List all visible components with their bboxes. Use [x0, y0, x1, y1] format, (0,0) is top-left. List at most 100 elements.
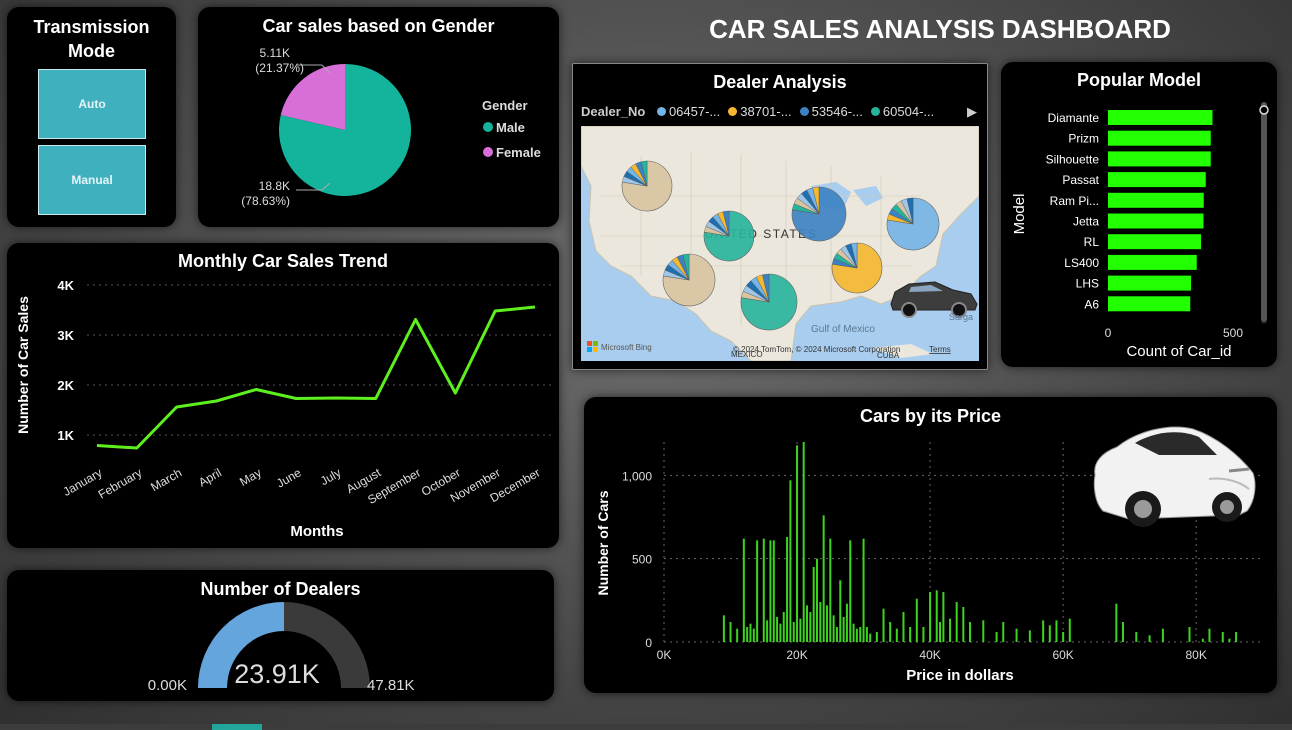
price-bar[interactable] [1115, 603, 1118, 642]
price-bar[interactable] [806, 605, 809, 642]
price-bar[interactable] [792, 622, 795, 642]
dealer-legend-item[interactable]: 06457-... [656, 104, 720, 119]
price-bar[interactable] [1135, 632, 1138, 642]
price-bar[interactable] [1148, 635, 1151, 642]
price-bar[interactable] [802, 442, 805, 642]
dealer-pie-marker[interactable] [662, 253, 716, 307]
price-bar[interactable] [809, 612, 812, 642]
model-bar[interactable] [1108, 275, 1191, 291]
price-bar[interactable] [819, 602, 822, 642]
dealer-pie-marker[interactable] [791, 186, 847, 242]
price-bar[interactable] [909, 627, 912, 642]
model-bar[interactable] [1108, 151, 1211, 167]
price-bar[interactable] [902, 612, 905, 642]
price-bar[interactable] [742, 538, 745, 642]
price-bar[interactable] [722, 615, 725, 642]
price-bar[interactable] [1201, 638, 1204, 642]
price-bar[interactable] [955, 602, 958, 642]
price-bar[interactable] [796, 445, 799, 642]
dealer-pie-marker[interactable] [703, 210, 755, 262]
price-bar[interactable] [852, 623, 855, 642]
model-bar[interactable] [1108, 172, 1206, 188]
price-bar[interactable] [935, 590, 938, 642]
price-bar[interactable] [1048, 625, 1051, 642]
price-bar[interactable] [939, 622, 942, 642]
map-area[interactable]: UNITED STATES Gulf of Mexico MEXICO CUBA… [581, 126, 979, 361]
price-bar[interactable] [862, 538, 865, 642]
legend-female-label[interactable]: Female [496, 145, 541, 160]
price-bar[interactable] [756, 540, 759, 642]
price-bar[interactable] [762, 538, 765, 642]
price-bar[interactable] [929, 592, 932, 642]
transmission-auto-button[interactable]: Auto [38, 69, 146, 139]
price-bar[interactable] [1042, 620, 1045, 642]
price-bar[interactable] [799, 618, 802, 642]
price-bar[interactable] [1188, 627, 1191, 642]
price-bar[interactable] [822, 515, 825, 642]
price-bar[interactable] [1015, 628, 1018, 642]
price-bar[interactable] [949, 618, 952, 642]
price-bar[interactable] [769, 540, 772, 642]
price-bar[interactable] [1228, 638, 1231, 642]
dealer-pie-marker[interactable] [740, 273, 798, 331]
price-bar[interactable] [889, 622, 892, 642]
price-bar[interactable] [865, 627, 868, 642]
price-bar[interactable] [968, 622, 971, 642]
price-bar[interactable] [839, 580, 842, 642]
price-bar[interactable] [752, 628, 755, 642]
legend-male-label[interactable]: Male [496, 120, 525, 135]
page-scrollbar[interactable] [1280, 8, 1288, 38]
price-bar[interactable] [779, 623, 782, 642]
price-bar[interactable] [845, 603, 848, 642]
model-bar[interactable] [1108, 254, 1197, 270]
price-bar[interactable] [869, 633, 872, 642]
monthly-sales-line[interactable] [96, 305, 536, 450]
price-bar[interactable] [995, 632, 998, 642]
active-page-tab[interactable] [212, 724, 262, 730]
price-bar[interactable] [1235, 632, 1238, 642]
price-bar[interactable] [746, 627, 749, 642]
legend-next-icon[interactable]: ▶ [967, 104, 977, 120]
dealer-pie-marker[interactable] [831, 242, 883, 294]
price-bar[interactable] [736, 628, 739, 642]
price-bar[interactable] [1028, 630, 1031, 642]
price-bar[interactable] [835, 627, 838, 642]
price-bar[interactable] [825, 605, 828, 642]
price-bar[interactable] [1068, 618, 1071, 642]
price-bar[interactable] [1002, 622, 1005, 642]
price-bar[interactable] [832, 615, 835, 642]
model-bar[interactable] [1108, 296, 1191, 312]
price-bar[interactable] [815, 558, 818, 642]
model-bar[interactable] [1108, 234, 1201, 250]
dealer-legend-item[interactable]: 53546-... [799, 104, 863, 119]
price-bar[interactable] [1221, 632, 1224, 642]
price-bar[interactable] [729, 622, 732, 642]
price-bar[interactable] [812, 567, 815, 642]
price-bar[interactable] [849, 540, 852, 642]
price-bar[interactable] [915, 598, 918, 642]
price-bar[interactable] [749, 623, 752, 642]
model-bar[interactable] [1108, 110, 1213, 125]
price-bar[interactable] [982, 620, 985, 642]
price-bar[interactable] [895, 628, 898, 642]
price-bar[interactable] [855, 628, 858, 642]
price-bar[interactable] [829, 538, 832, 642]
price-bar[interactable] [772, 540, 775, 642]
transmission-manual-button[interactable]: Manual [38, 145, 146, 215]
price-bar[interactable] [1208, 628, 1211, 642]
price-bar[interactable] [1062, 632, 1065, 642]
model-bar[interactable] [1108, 213, 1204, 229]
price-bar[interactable] [875, 632, 878, 642]
model-bar[interactable] [1108, 192, 1204, 208]
map-terms-link[interactable]: Terms [929, 345, 951, 354]
price-bar[interactable] [842, 617, 845, 642]
price-bar[interactable] [776, 617, 779, 642]
price-bar[interactable] [786, 537, 789, 642]
price-bar[interactable] [782, 612, 785, 642]
dealer-pie-marker[interactable] [621, 160, 673, 212]
dealer-legend-item[interactable]: 38701-... [728, 104, 792, 119]
dealer-pie-marker[interactable] [886, 197, 940, 251]
model-bar[interactable] [1108, 130, 1211, 146]
price-bar[interactable] [1121, 622, 1124, 642]
price-bar[interactable] [766, 620, 769, 642]
